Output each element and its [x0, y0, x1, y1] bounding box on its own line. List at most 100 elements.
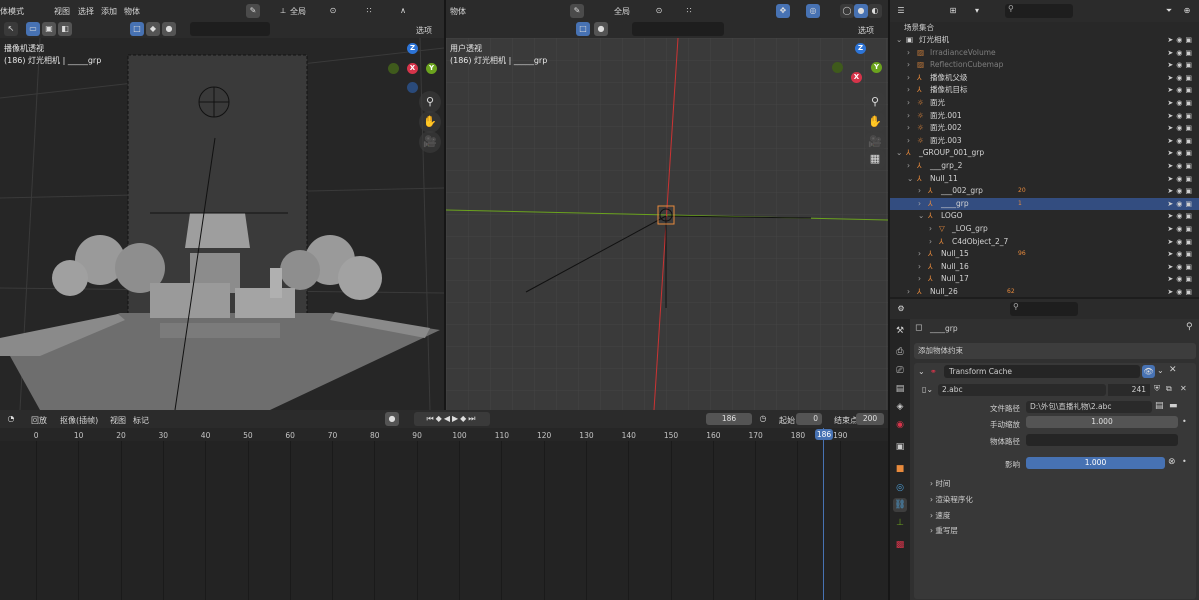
shading-solid-icon[interactable]: ●	[854, 4, 868, 18]
pin-icon[interactable]: ⚲	[1186, 322, 1193, 332]
timeline-view[interactable]: 视图	[110, 415, 126, 426]
perspective-grid-icon[interactable]: ▦	[864, 148, 886, 170]
select-subtract-icon[interactable]: ◧	[58, 22, 72, 36]
expand-chevron-icon[interactable]: ›	[907, 59, 910, 72]
outliner-row[interactable]: › ⅄ ___002_grp 20 ➤◉▣	[890, 185, 1199, 198]
gizmo-z-axis[interactable]: Z	[855, 43, 866, 54]
visibility-toggles-icon[interactable]: ➤◉▣	[1167, 72, 1195, 85]
mode-menu[interactable]: 体模式	[0, 6, 24, 17]
timeline-editor-icon[interactable]: ◔	[4, 412, 18, 426]
mid-options[interactable]: 选项	[858, 25, 874, 36]
camera-viewport[interactable]: 播像机透视 (186) 灯光相机 | _____grp Z X Y ⚲ ✋ 🎥	[0, 38, 444, 410]
gizmo-x-axis[interactable]: X	[851, 72, 862, 83]
file-reload-icon[interactable]: ▬	[1169, 401, 1178, 411]
file-path-field[interactable]: D:\外包\直播礼物\2.abc	[1026, 401, 1152, 413]
constraint-visibility-icon[interactable]: 👁	[1142, 365, 1155, 378]
filter-mesh-icon[interactable]: □	[130, 22, 144, 36]
fake-user-icon[interactable]: ⛨	[1154, 384, 1160, 394]
camera-icon[interactable]: 🎥	[419, 131, 441, 153]
outliner-row[interactable]: › ☼ 面光.001 ➤◉▣	[890, 110, 1199, 123]
manual-scale-dot[interactable]: •	[1182, 417, 1187, 426]
outliner-row[interactable]: › ⅄ Null_26 62 ➤◉▣	[890, 286, 1199, 299]
outliner-row[interactable]: › ☼ 面光 ➤◉▣	[890, 97, 1199, 110]
outliner-row[interactable]: › ▨ ReflectionCubemap ➤◉▣	[890, 59, 1199, 72]
gizmo-z-axis[interactable]: Z	[407, 43, 418, 54]
expand-chevron-icon[interactable]: ⌄	[918, 210, 924, 223]
properties-editor-icon[interactable]: ⚙	[894, 302, 908, 316]
expand-chevron-icon[interactable]: ›	[918, 248, 921, 261]
texture-tab-icon[interactable]: ▩	[893, 538, 907, 552]
section-velocity[interactable]: › 速度	[930, 510, 950, 521]
cache-users-field[interactable]: 241	[1108, 384, 1150, 396]
proportional-icon[interactable]: ∧	[396, 4, 410, 18]
visibility-toggles-icon[interactable]: ➤◉▣	[1167, 273, 1195, 286]
transform-orientation[interactable]: 全局	[290, 6, 306, 17]
mid-filter-light-icon[interactable]: ●	[594, 22, 608, 36]
pan-hand-icon[interactable]: ✋	[419, 111, 441, 133]
constraint-tab-icon[interactable]: ⛓	[893, 498, 907, 512]
object-name[interactable]: ____grp	[930, 324, 958, 333]
expand-chevron-icon[interactable]: ›	[918, 185, 921, 198]
outliner-funnel-icon[interactable]: ⏷	[1162, 4, 1176, 18]
visibility-toggles-icon[interactable]: ➤◉▣	[1167, 84, 1195, 97]
visibility-toggles-icon[interactable]: ➤◉▣	[1167, 147, 1195, 160]
output-tab-icon[interactable]: ⎚	[893, 364, 907, 378]
outliner-filter-icon[interactable]: ⊞	[946, 4, 960, 18]
expand-chevron-icon[interactable]: ›	[907, 135, 910, 148]
visibility-toggles-icon[interactable]: ➤◉▣	[1167, 135, 1195, 148]
visibility-toggles-icon[interactable]: ➤◉▣	[1167, 261, 1195, 274]
user-perspective-viewport[interactable]: 用户透视 (186) 灯光相机 | _____grp Z X Y ⚲ ✋ 🎥 ▦	[446, 38, 888, 410]
mid-pivot-icon[interactable]: ⊙	[652, 4, 666, 18]
outliner-display-icon[interactable]: ▾	[970, 4, 984, 18]
visibility-toggles-icon[interactable]: ➤◉▣	[1167, 122, 1195, 135]
gizmo-y-axis[interactable]: Y	[426, 63, 437, 74]
visibility-toggles-icon[interactable]: ➤◉▣	[1167, 34, 1195, 47]
mid-filter-search[interactable]	[632, 22, 724, 36]
visibility-toggles-icon[interactable]: ➤◉▣	[1167, 198, 1195, 211]
outliner-search[interactable]: ⚲	[1005, 4, 1073, 18]
expand-chevron-icon[interactable]: ›	[918, 261, 921, 274]
filter-light-icon[interactable]: ●	[162, 22, 176, 36]
expand-chevron-icon[interactable]: ⌄	[907, 173, 913, 186]
outliner-row[interactable]: › ⅄ ___grp_2 ➤◉▣	[890, 160, 1199, 173]
expand-chevron-icon[interactable]: ⌄	[896, 34, 902, 47]
constraint-name-field[interactable]: Transform Cache	[944, 365, 1140, 378]
file-browse-icon[interactable]: ▤	[1155, 401, 1164, 411]
mid-eyedropper-icon[interactable]: ✎	[570, 4, 584, 18]
section-override-layers[interactable]: › 重写层	[930, 525, 958, 536]
outliner-row[interactable]: › ▨ IrradianceVolume ➤◉▣	[890, 47, 1199, 60]
mid-transform-orientation[interactable]: 全局	[614, 6, 630, 17]
data-tab-icon[interactable]: ⊥	[893, 516, 907, 530]
outliner-row[interactable]: ⌄ ▣ 灯光相机 ➤◉▣	[890, 34, 1199, 47]
outliner-row[interactable]: ⌄ ⅄ Null_11 ➤◉▣	[890, 173, 1199, 186]
timeline-keying[interactable]: 抠像(插帧)	[60, 415, 98, 426]
constraint-menu-icon[interactable]: ⌄	[1157, 366, 1164, 375]
filter-empty-icon[interactable]: ◆	[146, 22, 160, 36]
expand-chevron-icon[interactable]: ›	[907, 160, 910, 173]
unlink-icon[interactable]: ✕	[1180, 384, 1187, 393]
timeline-marker[interactable]: 标记	[133, 415, 149, 426]
properties-search[interactable]: ⚲	[1010, 302, 1078, 316]
visibility-toggles-icon[interactable]: ➤◉▣	[1167, 173, 1195, 186]
outliner-editor-icon[interactable]: ☰	[894, 4, 908, 18]
expand-chevron-icon[interactable]: ›	[907, 72, 910, 85]
world-tab-icon[interactable]: ◉	[893, 418, 907, 432]
left-filter-search[interactable]	[190, 22, 270, 36]
select-mode-icon[interactable]: ▭	[26, 22, 40, 36]
scene-tab-icon[interactable]: ◈	[893, 400, 907, 414]
section-render-procedural[interactable]: › 渲染程序化	[930, 494, 973, 505]
expand-chevron-icon[interactable]: ›	[929, 236, 932, 249]
mid-overlay-icon[interactable]: ◎	[806, 4, 820, 18]
clock-icon[interactable]: ◷	[756, 412, 770, 426]
mid-select-mode-icon[interactable]: □	[576, 22, 590, 36]
outliner-row[interactable]: › ⅄ Null_17 ➤◉▣	[890, 273, 1199, 286]
left-options[interactable]: 选项	[416, 25, 432, 36]
outliner-row[interactable]: ⌄ ⅄ _GROUP_001_grp ➤◉▣	[890, 147, 1199, 160]
outliner-body[interactable]: 场景集合 ⌄ ▣ 灯光相机 ➤◉▣ › ▨ IrradianceVolume ➤◉▣ › ▨ Ref…	[890, 22, 1199, 297]
shading-wire-icon[interactable]: ◯	[840, 4, 854, 18]
view-layer-tab-icon[interactable]: ▤	[893, 382, 907, 396]
visibility-toggles-icon[interactable]: ➤◉▣	[1167, 236, 1195, 249]
section-time[interactable]: › 时间	[930, 478, 950, 489]
pivot-icon[interactable]: ⊙	[326, 4, 340, 18]
zoom-icon[interactable]: ⚲	[419, 91, 441, 113]
